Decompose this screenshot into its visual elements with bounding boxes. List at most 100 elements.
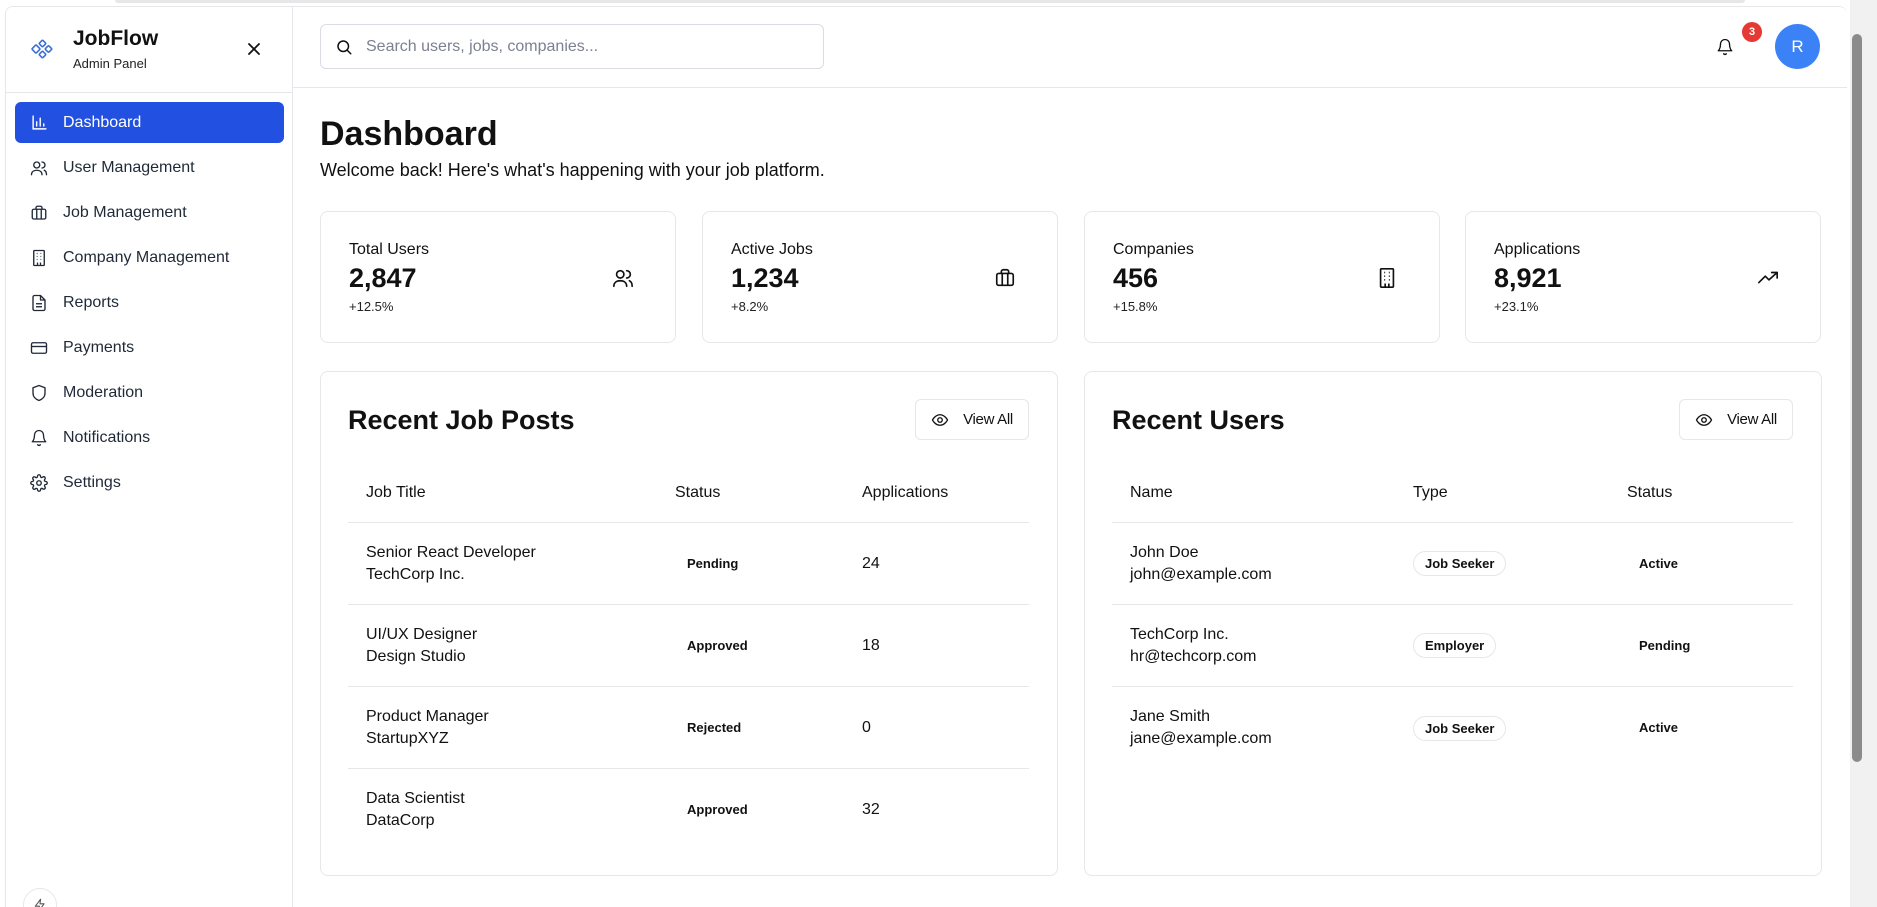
status-badge: Active	[1639, 720, 1679, 735]
column-header: Applications	[862, 484, 949, 501]
job-title: Senior React Developer	[366, 543, 536, 561]
scrollbar-thumb[interactable]	[1852, 34, 1862, 762]
sidebar-item-label: Job Management	[63, 203, 187, 221]
table-header: Name Type Status	[1112, 464, 1793, 523]
column-header: Type	[1413, 484, 1448, 501]
users-icon	[611, 266, 635, 290]
applications-count: 32	[862, 801, 880, 818]
user-type-badge: Job Seeker	[1413, 715, 1507, 741]
sidebar-item-dashboard[interactable]: Dashboard	[15, 102, 284, 143]
table-row[interactable]: TechCorp Inc. hr@techcorp.com Employer P…	[1112, 605, 1793, 687]
stat-card-active-jobs: Active Jobs 1,234 +8.2%	[702, 211, 1058, 343]
avatar[interactable]: R	[1775, 24, 1820, 69]
user-name: Jane Smith	[1130, 708, 1211, 725]
panel-title: Recent Users	[1112, 405, 1285, 435]
status-badge: Approved	[687, 802, 748, 817]
status-badge: Active	[1639, 555, 1679, 571]
trending-up-icon	[1756, 266, 1780, 290]
applications-count: 0	[862, 718, 871, 736]
stat-change: +8.2%	[731, 299, 769, 314]
company-name: StartupXYZ	[366, 729, 449, 747]
job-title: Data Scientist	[366, 790, 465, 807]
company-name: TechCorp Inc.	[366, 565, 465, 583]
user-email: john@example.com	[1130, 565, 1272, 583]
notification-bell-icon[interactable]	[1713, 35, 1737, 59]
sidebar-item-reports[interactable]: Reports	[15, 282, 284, 323]
page-subtitle: Welcome back! Here's what's happening wi…	[320, 160, 825, 180]
bolt-icon[interactable]	[23, 888, 57, 907]
top-header: 3 R	[293, 7, 1847, 88]
view-all-users-button[interactable]: View All	[1679, 399, 1793, 440]
view-all-jobs-button[interactable]: View All	[915, 399, 1029, 440]
eye-icon	[931, 411, 949, 429]
status-badge: Pending	[687, 555, 739, 571]
user-name: TechCorp Inc.	[1130, 625, 1229, 643]
view-all-label: View All	[1727, 411, 1777, 428]
column-header: Name	[1130, 484, 1173, 501]
stat-label: Active Jobs	[731, 241, 813, 258]
table-row[interactable]: Jane Smith jane@example.com Job Seeker A…	[1112, 687, 1793, 769]
applications-count: 18	[862, 636, 880, 654]
table-row[interactable]: Senior React Developer TechCorp Inc. Pen…	[348, 523, 1029, 605]
bell-icon	[30, 429, 48, 447]
workflow-icon	[30, 37, 54, 61]
column-header: Status	[1627, 484, 1673, 501]
search-input[interactable]	[366, 37, 806, 56]
search-box	[320, 24, 824, 69]
app-window: JobFlow Admin Panel Dashboard User Manag…	[5, 6, 1847, 907]
stat-value: 456	[1113, 263, 1159, 293]
sidebar-item-label: Company Management	[63, 248, 230, 266]
user-type-badge: Employer	[1413, 633, 1497, 658]
sidebar-item-label: Moderation	[63, 383, 144, 401]
table-row[interactable]: John Doe john@example.com Job Seeker Act…	[1112, 523, 1793, 605]
sidebar-item-label: User Management	[63, 158, 195, 176]
sidebar-item-label: Reports	[63, 293, 120, 311]
notification-count-badge: 3	[1742, 22, 1762, 42]
stat-change: +12.5%	[349, 299, 394, 314]
recent-job-posts-panel: Recent Job Posts View All Job Title Stat…	[320, 371, 1058, 876]
main-content: Dashboard Welcome back! Here's what's ha…	[293, 88, 1847, 907]
sidebar-item-payments[interactable]: Payments	[15, 327, 284, 368]
sidebar-item-notifications[interactable]: Notifications	[15, 417, 284, 458]
sidebar-item-company-management[interactable]: Company Management	[15, 237, 284, 278]
job-title: UI/UX Designer	[366, 625, 478, 643]
eye-icon	[1695, 411, 1713, 429]
building-icon	[30, 249, 48, 267]
sidebar-item-job-management[interactable]: Job Management	[15, 192, 284, 233]
sidebar-item-moderation[interactable]: Moderation	[15, 372, 284, 413]
stat-label: Applications	[1494, 241, 1581, 258]
status-badge: Rejected	[687, 719, 742, 735]
sidebar-item-label: Payments	[63, 338, 135, 356]
user-type-badge: Job Seeker	[1413, 551, 1507, 576]
close-icon[interactable]	[244, 39, 264, 59]
recent-users-panel: Recent Users View All Name Type Status J…	[1084, 371, 1822, 876]
stat-change: +15.8%	[1113, 299, 1158, 314]
file-text-icon	[30, 294, 48, 312]
users-table: Name Type Status John Doe john@example.c…	[1112, 464, 1793, 769]
stat-change: +23.1%	[1494, 299, 1539, 314]
company-name: DataCorp	[366, 812, 435, 829]
table-row[interactable]: Data Scientist DataCorp Approved 32	[348, 769, 1029, 851]
stat-card-applications: Applications 8,921 +23.1%	[1465, 211, 1821, 343]
sidebar-item-label: Dashboard	[63, 113, 142, 131]
browser-top-strip	[115, 0, 1745, 3]
gear-icon	[30, 473, 48, 492]
table-header: Job Title Status Applications	[348, 464, 1029, 523]
panel-title: Recent Job Posts	[348, 405, 575, 435]
sidebar-item-label: Notifications	[63, 428, 151, 446]
user-name: John Doe	[1130, 543, 1199, 561]
applications-count: 24	[862, 554, 880, 572]
status-badge: Approved	[687, 637, 748, 653]
sidebar-item-user-management[interactable]: User Management	[15, 147, 284, 188]
search-icon	[335, 38, 353, 56]
bar-chart-icon	[30, 114, 48, 132]
user-email: jane@example.com	[1130, 730, 1272, 747]
briefcase-icon	[30, 204, 48, 222]
sidebar-item-settings[interactable]: Settings	[15, 462, 284, 503]
briefcase-icon	[993, 266, 1017, 290]
stat-card-total-users: Total Users 2,847 +12.5%	[320, 211, 676, 343]
jobs-table: Job Title Status Applications Senior Rea…	[348, 464, 1029, 851]
credit-card-icon	[30, 339, 48, 357]
table-row[interactable]: Product Manager StartupXYZ Rejected 0	[348, 687, 1029, 769]
table-row[interactable]: UI/UX Designer Design Studio Approved 18	[348, 605, 1029, 687]
